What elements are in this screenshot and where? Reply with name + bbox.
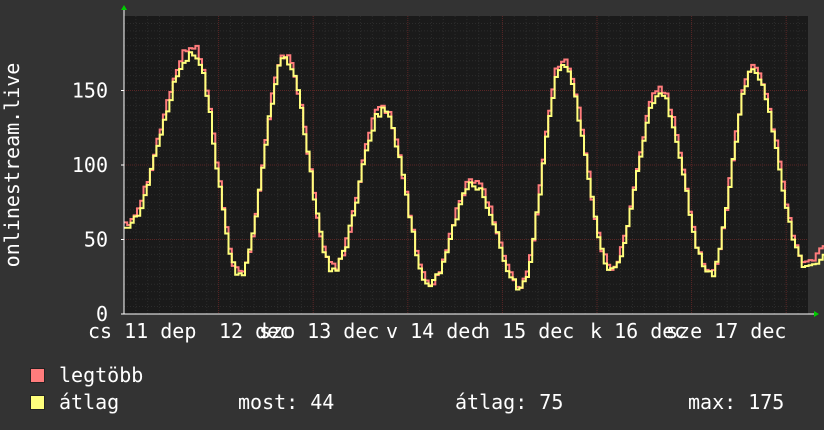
- x-tick-labels: cs 11 dep 12 decszo 13 dec v 14 dech 15 de…: [88, 319, 786, 343]
- legend-item-max: legtöbb: [30, 364, 143, 386]
- x-tick-label: h 15 dec: [478, 319, 574, 343]
- legend-label-max: legtöbb: [59, 363, 144, 387]
- legend-swatch-avg: [30, 394, 45, 410]
- y-tick-label: 150: [72, 79, 108, 103]
- y-axis-label: onlinestream.live: [0, 63, 24, 268]
- x-axis-arrow-icon: [814, 311, 819, 317]
- stat-max: max: 175: [688, 390, 785, 414]
- legend-swatch-max: [30, 367, 45, 383]
- y-axis-arrow-icon: [121, 5, 127, 10]
- legend-item-avg: átlag: [30, 391, 119, 413]
- stat-now: most: 44: [238, 390, 335, 414]
- legend-label-avg: átlag: [59, 390, 120, 414]
- y-tick-labels: 050100150: [72, 79, 108, 327]
- stat-avg: átlag: 75: [455, 390, 564, 414]
- x-tick-label: sze 17 dec: [666, 319, 786, 343]
- x-tick-label: szo 13 dec: [259, 319, 379, 343]
- x-tick-label: v 14 dec: [386, 319, 482, 343]
- x-tick-label: cs 11 dep: [88, 319, 196, 343]
- y-tick-label: 50: [84, 228, 108, 252]
- y-tick-label: 100: [72, 153, 108, 177]
